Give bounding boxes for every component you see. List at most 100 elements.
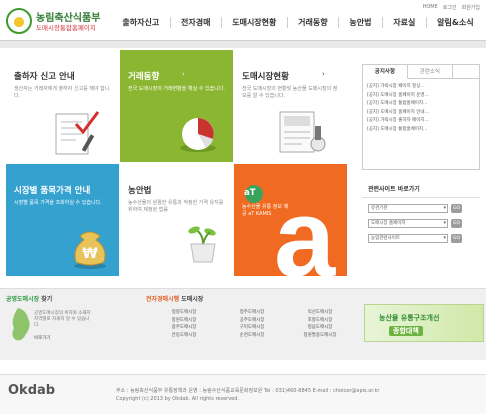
market-link[interactable]: 공주도매시장	[222, 318, 282, 325]
banner-line2: 종합대책	[389, 326, 423, 336]
chevron-down-icon: ▾	[443, 205, 446, 211]
tile-title: 농안법	[128, 186, 152, 196]
korea-map-icon	[12, 308, 30, 341]
tile-agri-law[interactable]: 농안법 농수산물의 원활한 유통과 적정한 가격 유지를 위하여 제정된 법률	[120, 164, 233, 276]
tile-at-center[interactable]: a aT 농수산물 유통 정보 제공 aT KAMIS	[234, 164, 347, 276]
tab-related-news[interactable]: 관련소식	[407, 65, 453, 79]
market-link[interactable]: 청주도매시장	[222, 310, 282, 317]
arrow-right-icon: ›	[182, 70, 185, 78]
related-select-market[interactable]: 도매시장 홈페이지 ▾	[368, 219, 448, 228]
list-item[interactable]: [공지] 가락시장 출하자 페이지...	[367, 117, 475, 126]
go-button[interactable]: GO	[451, 219, 462, 228]
list-item[interactable]: [공지] 도매시장 홈페이지 운영...	[367, 92, 475, 101]
tile-title: 시장별 품목가격 안내	[14, 186, 91, 196]
select-value: 도매시장 홈페이지	[371, 221, 406, 226]
related-row: 유관기관 ▾ GO	[368, 204, 480, 213]
title-rest: 도매시장	[181, 296, 204, 303]
svg-text:₩: ₩	[82, 246, 98, 262]
market-link[interactable]: 청량도매시장	[154, 310, 214, 317]
nav-item-auction[interactable]: 전자경매	[169, 16, 221, 28]
notice-list: [공지] 가락시장 페이지 정상... [공지] 도매시장 홈페이지 운영...…	[363, 79, 479, 138]
list-item[interactable]: [공지] 도매시장 홈페이지 안내...	[367, 109, 475, 118]
market-link[interactable]: 구미도매시장	[222, 325, 282, 332]
tile-wholesale-status[interactable]: 도매시장현황 › 전국 도매시장의 현황및 농산물 도매시장의 정보를 알 수 …	[234, 50, 347, 162]
chevron-down-icon: ▾	[443, 220, 446, 226]
tile-trade-trend[interactable]: 거래동향 › 전국 도매시장의 거래현황을 확실 수 있습니다.	[120, 50, 233, 162]
tile-shipper-registration[interactable]: 출하자 신고 안내 생산자는 거래자에게 출하자 신고를 해야 합니다.	[6, 50, 119, 162]
tab-spacer	[452, 65, 479, 79]
list-item[interactable]: [공지] 도매시장 통합홈페이지...	[367, 126, 475, 135]
sprout-pot-icon	[188, 226, 216, 263]
footer-text: 주소 : 농림축산식품부 유통정책과 운영 : 농림수산식품교육문화정보원 Te…	[116, 387, 379, 403]
footer-copyright: Copyright (c) 2013 by Okdab. All rights …	[116, 396, 240, 402]
e-auction-markets: 전자경매시행 도매시장 청량도매시장 청주도매시장 익산도매시장 창원도매시장 …	[132, 294, 358, 356]
nav-item-archive[interactable]: 자료실	[381, 16, 426, 28]
title-accent: 공영도매시장	[6, 296, 40, 303]
util-link-join[interactable]: 회원가입	[462, 4, 480, 11]
related-row: 도매시장 홈페이지 ▾ GO	[368, 219, 480, 228]
list-item[interactable]: [공지] 가락시장 페이지 정상...	[367, 83, 475, 92]
more-link[interactable]: 바로가기	[34, 335, 124, 341]
tile-title: 거래동향	[128, 72, 160, 82]
related-select-agency[interactable]: 유관기관 ▾	[368, 204, 448, 213]
section-title: 전자경매시행 도매시장	[132, 294, 358, 303]
tile-desc: 생산자는 거래자에게 출하자 신고를 해야 합니다.	[14, 86, 110, 99]
distribution-reform-banner[interactable]: 농산물 유통구조개선 종합대책	[364, 304, 484, 342]
market-link[interactable]: 창원도매시장	[154, 318, 214, 325]
money-bag-icon: ₩	[74, 231, 106, 269]
footer-address: 주소 : 농림축산식품부 유통정책과 운영 : 농림수산식품교육문화정보원 Te…	[116, 388, 380, 394]
checklist-icon	[55, 111, 100, 155]
section-desc: 공영도매시장의 위치와 소재지 지역별로 자세히 알 수 있습니다.	[34, 311, 91, 328]
tab-notice[interactable]: 공지사항	[363, 65, 408, 79]
tile-title: 도매시장현황	[242, 72, 289, 82]
footer: Okdab 주소 : 농림축산식품부 유통정책과 운영 : 농림수산식품교육문화…	[0, 374, 486, 414]
tile-desc: 시장별 품목 가격을 조회하실 수 있습니다.	[14, 200, 102, 206]
public-market-finder: 공영도매시장 찾기 공영도매시장의 위치와 소재지 지역별로 자세히 알 수 있…	[6, 294, 124, 354]
footer-logo: Okdab	[8, 383, 56, 398]
tile-desc: 전국 도매시장의 현황및 농산물 도매시장의 정보를 알 수 있습니다.	[242, 86, 338, 99]
util-link-login[interactable]: 로그인	[443, 4, 457, 11]
title-accent: 전자경매시행	[146, 296, 180, 303]
nav-item-news[interactable]: 알림&소식	[425, 16, 484, 28]
tile-title: 출하자 신고 안내	[14, 72, 75, 82]
nav-item-trade-trend[interactable]: 거래동향	[286, 16, 338, 28]
tile-desc: 농수산물의 원활한 유통과 적정한 가격 유지를 위하여 제정된 법률	[128, 200, 224, 213]
title-rest: 찾기	[41, 296, 53, 303]
related-select-agri[interactable]: 농업관련사이트 ▾	[368, 234, 448, 243]
at-logo-icon: a	[245, 177, 336, 276]
market-link[interactable]: 익산도매시장	[290, 310, 350, 317]
related-row: 농업관련사이트 ▾ GO	[368, 234, 480, 243]
market-link[interactable]: 정읍도매시장	[290, 325, 350, 332]
market-link[interactable]: 안동도매시장	[154, 333, 214, 340]
pie-chart-icon	[180, 118, 216, 152]
header-divider	[0, 40, 486, 48]
site-subtitle: 도매시장통합홈페이지	[36, 24, 96, 32]
market-grid: 청량도매시장 청주도매시장 익산도매시장 창원도매시장 공주도매시장 포항도매시…	[154, 310, 358, 339]
svg-text:a: a	[274, 177, 336, 276]
notice-panel: 공지사항 관련소식 [공지] 가락시장 페이지 정상... [공지] 도매시장 …	[362, 64, 480, 170]
tile-desc: 전국 도매시장의 거래현황을 확실 수 있습니다.	[128, 86, 225, 92]
market-link[interactable]: 순천도매시장	[222, 333, 282, 340]
tile-title: aT	[244, 188, 256, 198]
tile-market-price[interactable]: 시장별 품목가격 안내 시장별 품목 가격을 조회하실 수 있습니다. ₩	[6, 164, 119, 276]
notice-tabs: 공지사항 관련소식	[363, 65, 479, 79]
nav-item-shipper[interactable]: 출하자신고	[112, 17, 170, 28]
go-button[interactable]: GO	[451, 234, 462, 243]
utility-nav: HOME 로그인 회원가입	[423, 4, 480, 11]
ministry-logo-icon[interactable]	[6, 8, 32, 34]
nav-item-market-status[interactable]: 도매시장현황	[220, 16, 287, 28]
chevron-down-icon: ▾	[443, 235, 446, 241]
nav-item-law[interactable]: 농안법	[338, 16, 382, 28]
main-nav: 출하자신고 전자경매 도매시장현황 거래동향 농안법 자료실 알림&소식	[112, 14, 484, 30]
util-link-home[interactable]: HOME	[423, 4, 438, 11]
document-stamp-icon	[279, 111, 326, 153]
section-title: 공영도매시장 찾기	[6, 294, 124, 303]
go-button[interactable]: GO	[451, 204, 462, 213]
related-sites-panel: 관련사이트 바로가기 유관기관 ▾ GO 도매시장 홈페이지 ▾ GO 농업관련사이…	[362, 176, 480, 288]
market-link[interactable]: 포항도매시장	[290, 318, 350, 325]
market-link[interactable]: 광주도매시장	[154, 325, 214, 332]
arrow-right-icon: ›	[322, 70, 325, 78]
market-link[interactable]: 창원팔용도매시장	[290, 333, 350, 340]
select-value: 농업관련사이트	[371, 236, 400, 241]
list-item[interactable]: [공지] 도매시장 통합홈페이지...	[367, 100, 475, 109]
